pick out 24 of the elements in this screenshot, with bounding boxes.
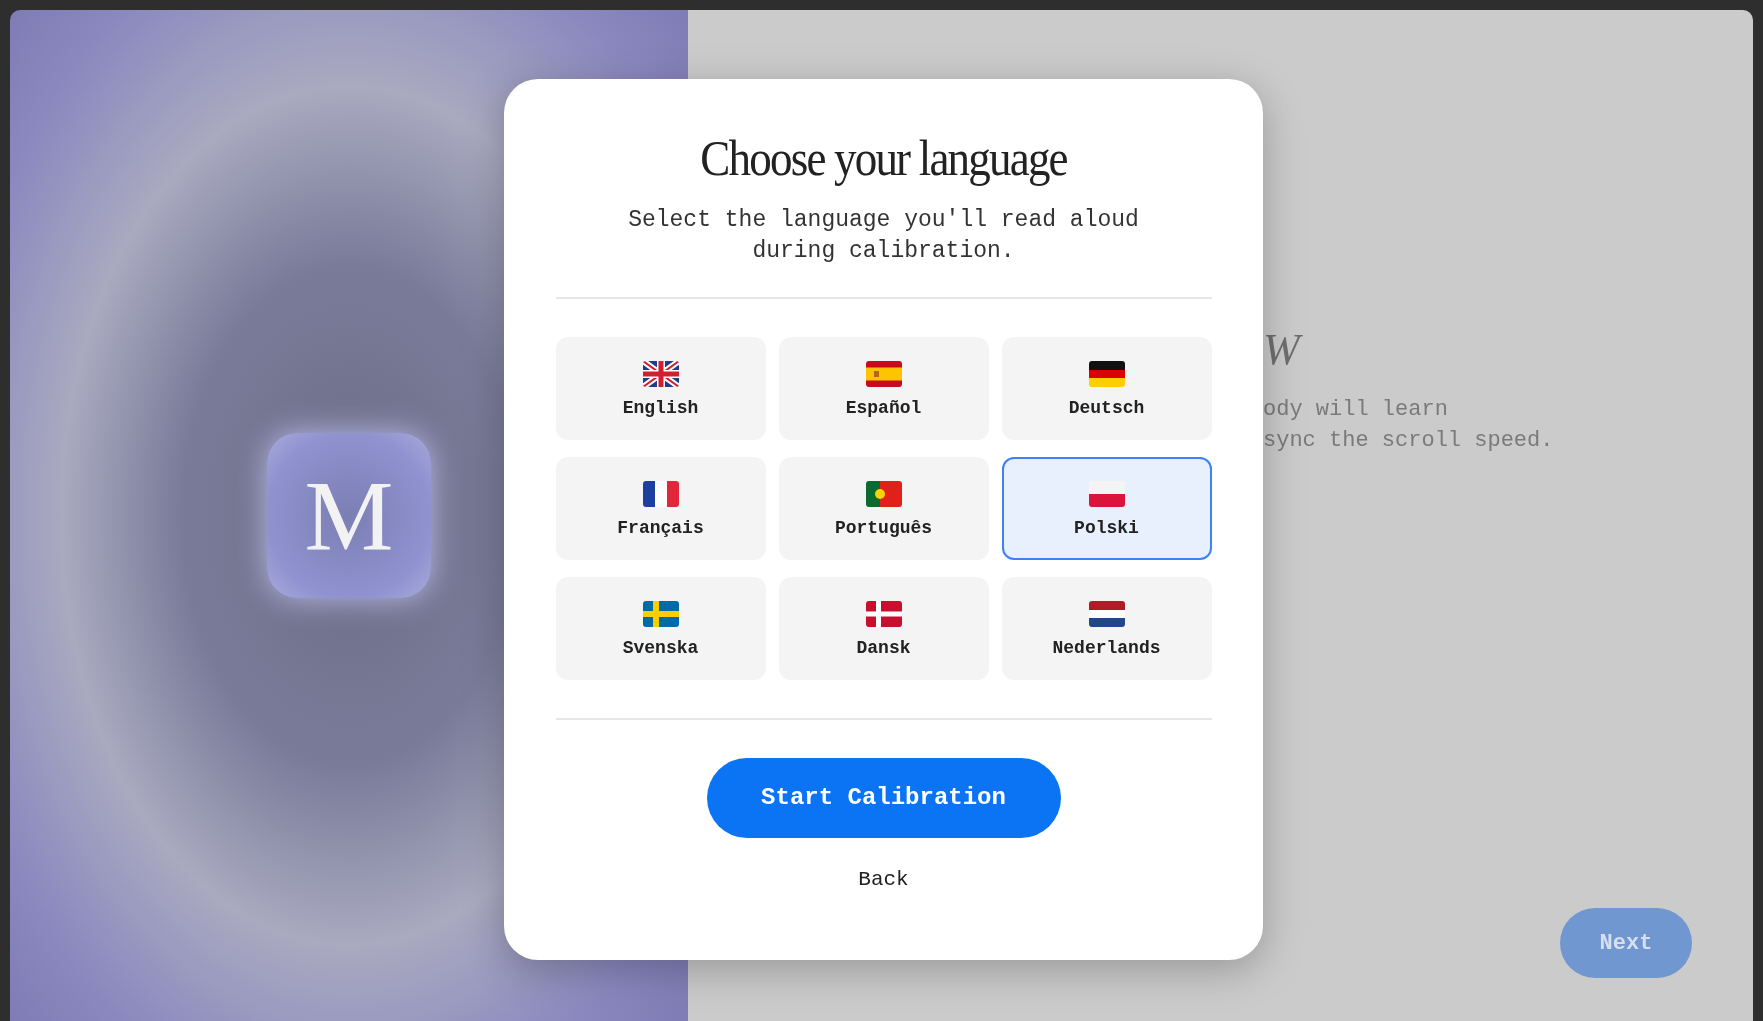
app-logo: M xyxy=(267,433,431,598)
flag-icon xyxy=(865,600,902,627)
dialog-subtitle: Select the language you'll read aloud during calibration. xyxy=(627,206,1140,266)
flag-icon xyxy=(865,360,902,387)
flag-icon xyxy=(865,480,902,507)
flag-icon xyxy=(642,480,679,507)
language-option[interactable]: Deutsch xyxy=(1001,337,1212,440)
language-option[interactable]: Nederlands xyxy=(1001,577,1212,680)
back-link[interactable]: Back xyxy=(858,864,909,896)
language-option[interactable]: Polski xyxy=(1001,457,1212,560)
language-option[interactable]: Português xyxy=(778,457,989,560)
language-option[interactable]: English xyxy=(555,337,766,440)
flag-icon xyxy=(642,360,679,387)
language-option[interactable]: Dansk xyxy=(778,577,989,680)
flag-icon xyxy=(1088,360,1125,387)
flag-icon xyxy=(1088,600,1125,627)
language-option[interactable]: Español xyxy=(778,337,989,440)
body-text: ody will learn xyxy=(1263,396,1448,424)
language-option[interactable]: Français xyxy=(555,457,766,560)
start-calibration-button[interactable]: Start Calibration xyxy=(706,758,1061,838)
language-option[interactable]: Svenska xyxy=(555,577,766,680)
flag-icon xyxy=(1088,480,1125,507)
flag-icon xyxy=(642,600,679,627)
body-text: sync the scroll speed. xyxy=(1263,427,1554,455)
